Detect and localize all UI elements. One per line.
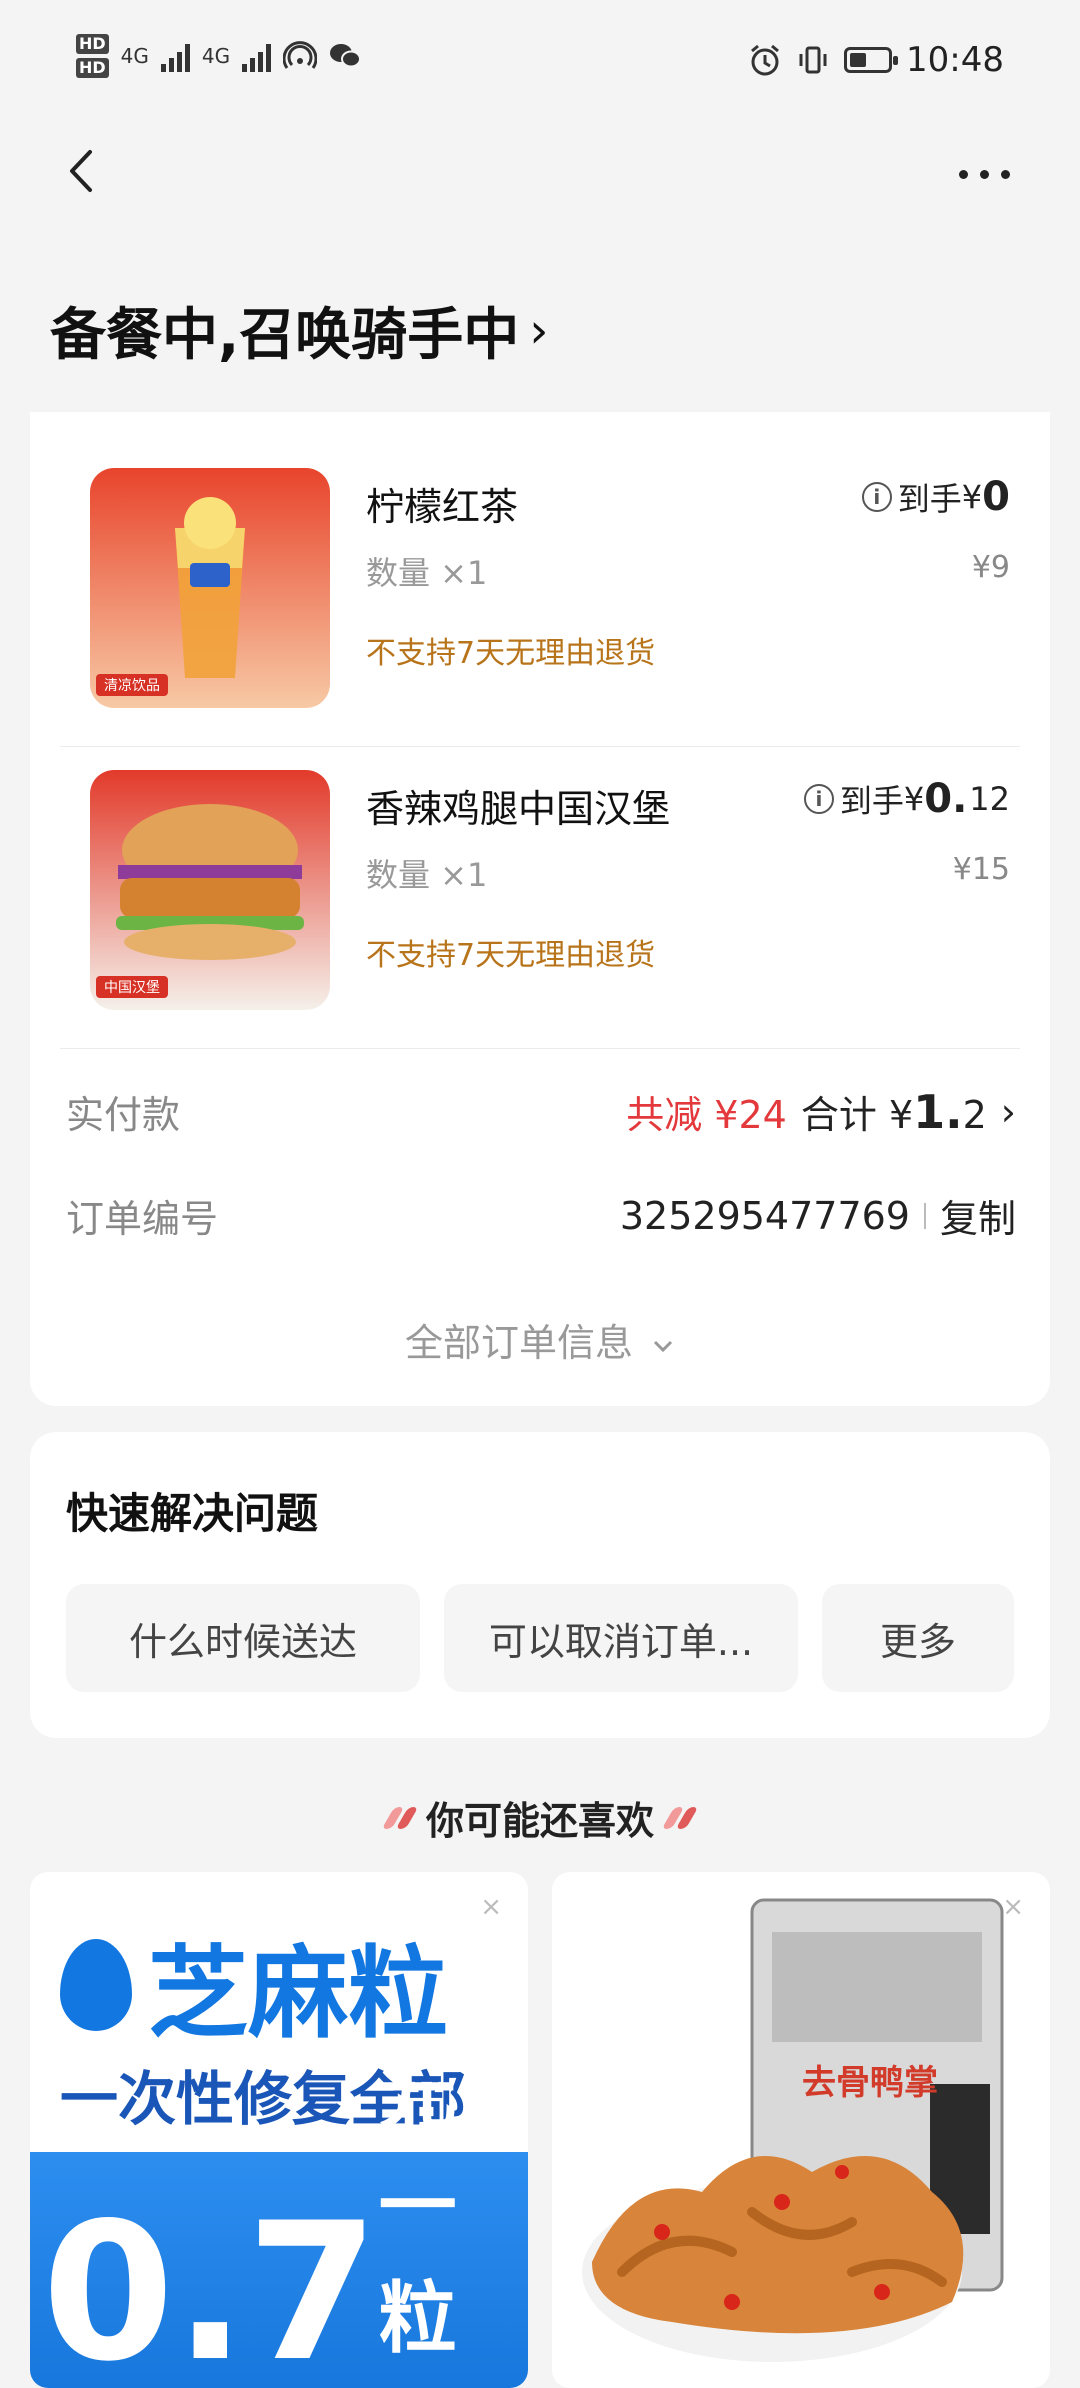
item-original-price: ¥15 (952, 852, 1010, 887)
ad-promo-unit: 元一粒 (378, 2050, 457, 2364)
status-left: HD HD 4G 4G (76, 34, 362, 78)
all-order-info-toggle[interactable]: 全部订单信息 (30, 1312, 1050, 1367)
total-amount: 合计 ¥1.2 (801, 1084, 987, 1139)
hd2-label: HD (76, 58, 109, 78)
item-image-lemon-tea: 清凉饮品 (90, 468, 330, 708)
item-image-tag: 中国汉堡 (104, 980, 160, 996)
item-qty: 数量 ×1 (366, 856, 488, 894)
item-name: 香辣鸡腿中国汉堡 (366, 787, 671, 831)
order-item[interactable]: 中国汉堡 香辣鸡腿中国汉堡 数量 ×1 不支持7天无理由退货 i 到手 ¥0. 12… (60, 770, 1020, 1010)
ad-promo-price: 0.7 (42, 2182, 379, 2388)
divider (60, 746, 1020, 747)
price-currency: ¥ (903, 780, 925, 818)
price-prefix: 到手 (839, 782, 904, 820)
item-image-tag: 清凉饮品 (104, 678, 160, 694)
price-integer: 0 (982, 474, 1010, 520)
item-final-price: i 到手 ¥0. 12 (803, 776, 1010, 822)
clock: 10:48 (906, 40, 1004, 80)
order-status-title[interactable]: 备餐中,召唤骑手中 › (50, 290, 548, 371)
signal-2-icon (242, 40, 272, 72)
back-icon[interactable] (62, 146, 102, 196)
total-integer: 1. (913, 1085, 963, 1139)
chevron-right-icon: › (1000, 1089, 1016, 1134)
order-item[interactable]: 清凉饮品 柠檬红茶 数量 ×1 不支持7天无理由退货 i 到手 ¥0 ¥9 (60, 468, 1020, 708)
payment-row[interactable]: 实付款 共减 ¥24 合计 ¥1.2 › (66, 1084, 1016, 1144)
order-number-value: 325295477769 复制 (620, 1188, 1016, 1243)
droplet-logo-icon (60, 1938, 132, 2031)
item-final-price: i 到手 ¥0 (861, 474, 1010, 520)
status-right: 10:48 (748, 40, 1004, 80)
price-decimal: 12 (969, 780, 1010, 818)
recommend-title-text: 你可能还喜欢 (425, 1799, 654, 1843)
item-original-price: ¥9 (971, 550, 1010, 585)
hd1-label: HD (76, 34, 109, 54)
chip-delivery-time[interactable]: 什么时候送达 (66, 1584, 420, 1692)
divider (60, 1048, 1020, 1049)
price-integer: 0. (924, 776, 968, 822)
price-currency: ¥ (961, 478, 983, 516)
order-status-text: 备餐中,召唤骑手中 (50, 303, 520, 368)
order-number-row: 订单编号 325295477769 复制 (66, 1188, 1016, 1248)
payment-label: 实付款 (66, 1093, 181, 1137)
info-icon[interactable]: i (861, 482, 892, 512)
more-icon[interactable] (959, 170, 1010, 179)
order-number-label: 订单编号 (66, 1197, 219, 1241)
price-prefix: 到手 (897, 480, 962, 518)
payment-value: 共减 ¥24 合计 ¥1.2 › (626, 1084, 1016, 1139)
item-name: 柠檬红茶 (366, 485, 519, 529)
item-qty: 数量 ×1 (366, 554, 488, 592)
order-number: 325295477769 (619, 1193, 910, 1238)
product-label: 去骨鸭掌 (802, 2063, 938, 2103)
separator (923, 1202, 926, 1229)
wechat-icon (330, 44, 362, 68)
signal-1-icon (160, 40, 190, 72)
return-policy: 不支持7天无理由退货 (366, 636, 656, 671)
all-order-info-label: 全部订单信息 (404, 1321, 633, 1365)
return-policy: 不支持7天无理由退货 (366, 938, 656, 973)
discount-amount: 共减 ¥24 (626, 1093, 787, 1137)
ad-card-sesame[interactable]: × 芝麻粒 一次性修复全部 0.7 元一粒 (30, 1872, 528, 2388)
total-decimal: 2 (962, 1093, 987, 1137)
battery-fill (850, 53, 867, 67)
ad-promo: 0.7 元一粒 (30, 2050, 528, 2388)
total-currency: ¥ (888, 1093, 914, 1137)
hd-indicator: HD HD (76, 34, 109, 78)
hotspot-icon (283, 41, 318, 69)
vibrate-icon (799, 46, 827, 74)
decor-slash-icon (381, 1806, 419, 1829)
battery-icon (844, 47, 899, 73)
net1-label: 4G (120, 44, 149, 68)
chevron-right-icon: › (529, 302, 549, 359)
status-bar: HD HD 4G 4G 10:48 (0, 0, 1080, 130)
copy-button[interactable]: 复制 (940, 1188, 1016, 1243)
chevron-down-icon (653, 1340, 673, 1352)
product-image-duck-feet: 去骨鸭掌 (582, 1898, 1004, 2362)
order-card: 清凉饮品 柠檬红茶 数量 ×1 不支持7天无理由退货 i 到手 ¥0 ¥9 中国汉… (30, 412, 1050, 1406)
ad-card-duck-feet[interactable]: × 去骨鸭掌 (552, 1872, 1050, 2388)
total-label: 合计 (800, 1093, 877, 1137)
chip-cancel-order[interactable]: 可以取消订单... (444, 1584, 798, 1692)
decor-slash-icon (661, 1806, 699, 1829)
item-image-burger: 中国汉堡 (90, 770, 330, 1010)
info-icon[interactable]: i (803, 784, 834, 814)
chip-more[interactable]: 更多 (822, 1584, 1014, 1692)
alarm-icon (751, 44, 779, 76)
quick-resolve-title: 快速解决问题 (66, 1489, 319, 1538)
recommend-title: 你可能还喜欢 (0, 1790, 1080, 1845)
net2-label: 4G (201, 44, 231, 68)
quick-resolve-card: 快速解决问题 什么时候送达 可以取消订单... 更多 (30, 1432, 1050, 1738)
close-icon[interactable]: × (480, 1892, 502, 1922)
